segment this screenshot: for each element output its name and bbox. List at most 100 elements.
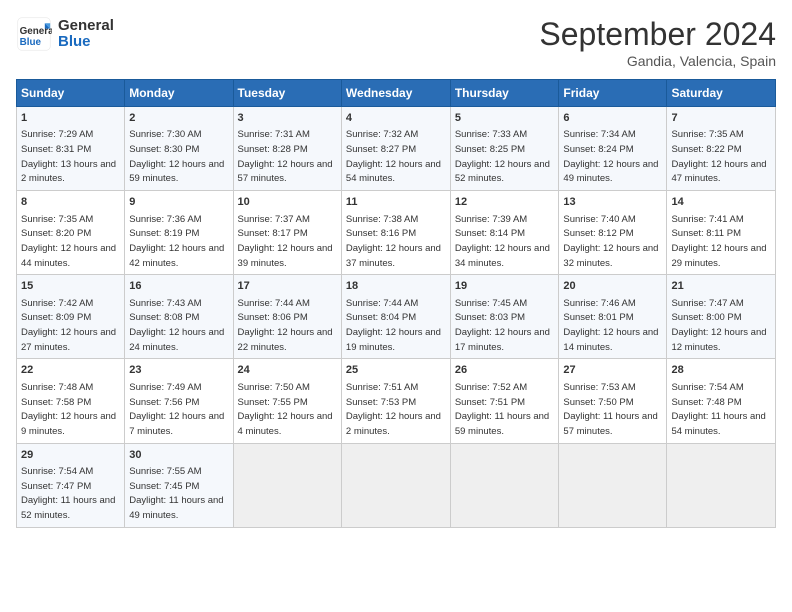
calendar-week-row: 15 Sunrise: 7:42 AMSunset: 8:09 PMDayligh…	[17, 275, 776, 359]
calendar-cell: 5 Sunrise: 7:33 AMSunset: 8:25 PMDaylight…	[450, 107, 559, 191]
calendar-cell: 17 Sunrise: 7:44 AMSunset: 8:06 PMDayligh…	[233, 275, 341, 359]
day-info: Sunrise: 7:50 AMSunset: 7:55 PMDaylight:…	[238, 382, 333, 437]
day-info: Sunrise: 7:34 AMSunset: 8:24 PMDaylight:…	[563, 129, 658, 184]
calendar-cell	[450, 443, 559, 527]
calendar-cell: 4 Sunrise: 7:32 AMSunset: 8:27 PMDaylight…	[341, 107, 450, 191]
day-number: 4	[346, 111, 446, 126]
day-number: 10	[238, 195, 337, 210]
day-number: 14	[671, 195, 771, 210]
calendar-cell: 8Sunrise: 7:35 AMSunset: 8:20 PMDaylight…	[17, 191, 125, 275]
day-number: 19	[455, 279, 555, 294]
calendar-cell: 29 Sunrise: 7:54 AMSunset: 7:47 PMDayligh…	[17, 443, 125, 527]
day-number: 28	[671, 363, 771, 378]
title-block: September 2024 Gandia, Valencia, Spain	[539, 16, 776, 69]
day-info: Sunrise: 7:45 AMSunset: 8:03 PMDaylight:…	[455, 298, 550, 353]
calendar-cell: 11Sunrise: 7:38 AMSunset: 8:16 PMDayligh…	[341, 191, 450, 275]
col-monday: Monday	[125, 80, 233, 107]
day-info: Sunrise: 7:51 AMSunset: 7:53 PMDaylight:…	[346, 382, 441, 437]
day-number: 1	[21, 111, 120, 126]
day-number: 24	[238, 363, 337, 378]
day-info: Sunrise: 7:31 AMSunset: 8:28 PMDaylight:…	[238, 129, 333, 184]
day-info: Sunrise: 7:55 AMSunset: 7:45 PMDaylight:…	[129, 466, 223, 521]
col-saturday: Saturday	[667, 80, 776, 107]
col-friday: Friday	[559, 80, 667, 107]
day-info: Sunrise: 7:33 AMSunset: 8:25 PMDaylight:…	[455, 129, 550, 184]
day-number: 6	[563, 111, 662, 126]
calendar-week-row: 29 Sunrise: 7:54 AMSunset: 7:47 PMDayligh…	[17, 443, 776, 527]
calendar-cell: 10Sunrise: 7:37 AMSunset: 8:17 PMDayligh…	[233, 191, 341, 275]
calendar-cell	[667, 443, 776, 527]
day-number: 7	[671, 111, 771, 126]
month-title: September 2024	[539, 16, 776, 53]
day-number: 17	[238, 279, 337, 294]
calendar-cell: 30 Sunrise: 7:55 AMSunset: 7:45 PMDayligh…	[125, 443, 233, 527]
day-info: Sunrise: 7:54 AMSunset: 7:48 PMDaylight:…	[671, 382, 765, 437]
col-tuesday: Tuesday	[233, 80, 341, 107]
col-wednesday: Wednesday	[341, 80, 450, 107]
day-number: 12	[455, 195, 555, 210]
calendar-week-row: 8Sunrise: 7:35 AMSunset: 8:20 PMDaylight…	[17, 191, 776, 275]
day-info: Sunrise: 7:39 AMSunset: 8:14 PMDaylight:…	[455, 214, 550, 269]
day-info: Sunrise: 7:36 AMSunset: 8:19 PMDaylight:…	[129, 214, 224, 269]
day-info: Sunrise: 7:49 AMSunset: 7:56 PMDaylight:…	[129, 382, 224, 437]
day-number: 5	[455, 111, 555, 126]
location: Gandia, Valencia, Spain	[539, 53, 776, 69]
logo-general: General	[58, 18, 114, 35]
calendar-cell: 2 Sunrise: 7:30 AMSunset: 8:30 PMDaylight…	[125, 107, 233, 191]
day-number: 15	[21, 279, 120, 294]
day-number: 22	[21, 363, 120, 378]
calendar-cell: 28 Sunrise: 7:54 AMSunset: 7:48 PMDayligh…	[667, 359, 776, 443]
day-number: 23	[129, 363, 228, 378]
calendar-cell	[233, 443, 341, 527]
calendar-cell: 26 Sunrise: 7:52 AMSunset: 7:51 PMDayligh…	[450, 359, 559, 443]
calendar-cell: 20 Sunrise: 7:46 AMSunset: 8:01 PMDayligh…	[559, 275, 667, 359]
day-number: 2	[129, 111, 228, 126]
day-number: 11	[346, 195, 446, 210]
page-header: General Blue General Blue September 2024…	[16, 16, 776, 69]
day-number: 18	[346, 279, 446, 294]
day-info: Sunrise: 7:44 AMSunset: 8:06 PMDaylight:…	[238, 298, 333, 353]
calendar-header-row: Sunday Monday Tuesday Wednesday Thursday…	[17, 80, 776, 107]
day-number: 30	[129, 448, 228, 463]
calendar-cell: 19 Sunrise: 7:45 AMSunset: 8:03 PMDayligh…	[450, 275, 559, 359]
page-container: General Blue General Blue September 2024…	[0, 0, 792, 536]
day-info: Sunrise: 7:48 AMSunset: 7:58 PMDaylight:…	[21, 382, 116, 437]
day-info: Sunrise: 7:52 AMSunset: 7:51 PMDaylight:…	[455, 382, 549, 437]
logo: General Blue General Blue	[16, 16, 114, 52]
day-info: Sunrise: 7:35 AMSunset: 8:22 PMDaylight:…	[671, 129, 766, 184]
day-number: 25	[346, 363, 446, 378]
day-info: Sunrise: 7:46 AMSunset: 8:01 PMDaylight:…	[563, 298, 658, 353]
day-number: 29	[21, 448, 120, 463]
calendar-cell	[559, 443, 667, 527]
calendar-table: Sunday Monday Tuesday Wednesday Thursday…	[16, 79, 776, 528]
col-sunday: Sunday	[17, 80, 125, 107]
day-number: 21	[671, 279, 771, 294]
calendar-cell: 3 Sunrise: 7:31 AMSunset: 8:28 PMDaylight…	[233, 107, 341, 191]
logo-icon: General Blue	[16, 16, 52, 52]
calendar-week-row: 22 Sunrise: 7:48 AMSunset: 7:58 PMDayligh…	[17, 359, 776, 443]
calendar-cell: 6 Sunrise: 7:34 AMSunset: 8:24 PMDaylight…	[559, 107, 667, 191]
day-number: 13	[563, 195, 662, 210]
calendar-cell: 16 Sunrise: 7:43 AMSunset: 8:08 PMDayligh…	[125, 275, 233, 359]
calendar-cell: 14Sunrise: 7:41 AMSunset: 8:11 PMDayligh…	[667, 191, 776, 275]
day-info: Sunrise: 7:30 AMSunset: 8:30 PMDaylight:…	[129, 129, 224, 184]
day-info: Sunrise: 7:53 AMSunset: 7:50 PMDaylight:…	[563, 382, 657, 437]
col-thursday: Thursday	[450, 80, 559, 107]
day-info: Sunrise: 7:54 AMSunset: 7:47 PMDaylight:…	[21, 466, 115, 521]
calendar-cell: 25 Sunrise: 7:51 AMSunset: 7:53 PMDayligh…	[341, 359, 450, 443]
day-info: Sunrise: 7:42 AMSunset: 8:09 PMDaylight:…	[21, 298, 116, 353]
day-info: Sunrise: 7:32 AMSunset: 8:27 PMDaylight:…	[346, 129, 441, 184]
day-info: Sunrise: 7:44 AMSunset: 8:04 PMDaylight:…	[346, 298, 441, 353]
day-number: 20	[563, 279, 662, 294]
day-info: Sunrise: 7:43 AMSunset: 8:08 PMDaylight:…	[129, 298, 224, 353]
calendar-cell: 12 Sunrise: 7:39 AMSunset: 8:14 PMDayligh…	[450, 191, 559, 275]
day-info: Sunrise: 7:29 AMSunset: 8:31 PMDaylight:…	[21, 129, 116, 184]
day-info: Sunrise: 7:35 AMSunset: 8:20 PMDaylight:…	[21, 214, 116, 269]
day-number: 16	[129, 279, 228, 294]
day-number: 26	[455, 363, 555, 378]
calendar-cell: 21Sunrise: 7:47 AMSunset: 8:00 PMDayligh…	[667, 275, 776, 359]
calendar-body: 1 Sunrise: 7:29 AMSunset: 8:31 PMDaylight…	[17, 107, 776, 528]
day-number: 3	[238, 111, 337, 126]
svg-text:Blue: Blue	[20, 37, 42, 48]
calendar-cell: 23 Sunrise: 7:49 AMSunset: 7:56 PMDayligh…	[125, 359, 233, 443]
